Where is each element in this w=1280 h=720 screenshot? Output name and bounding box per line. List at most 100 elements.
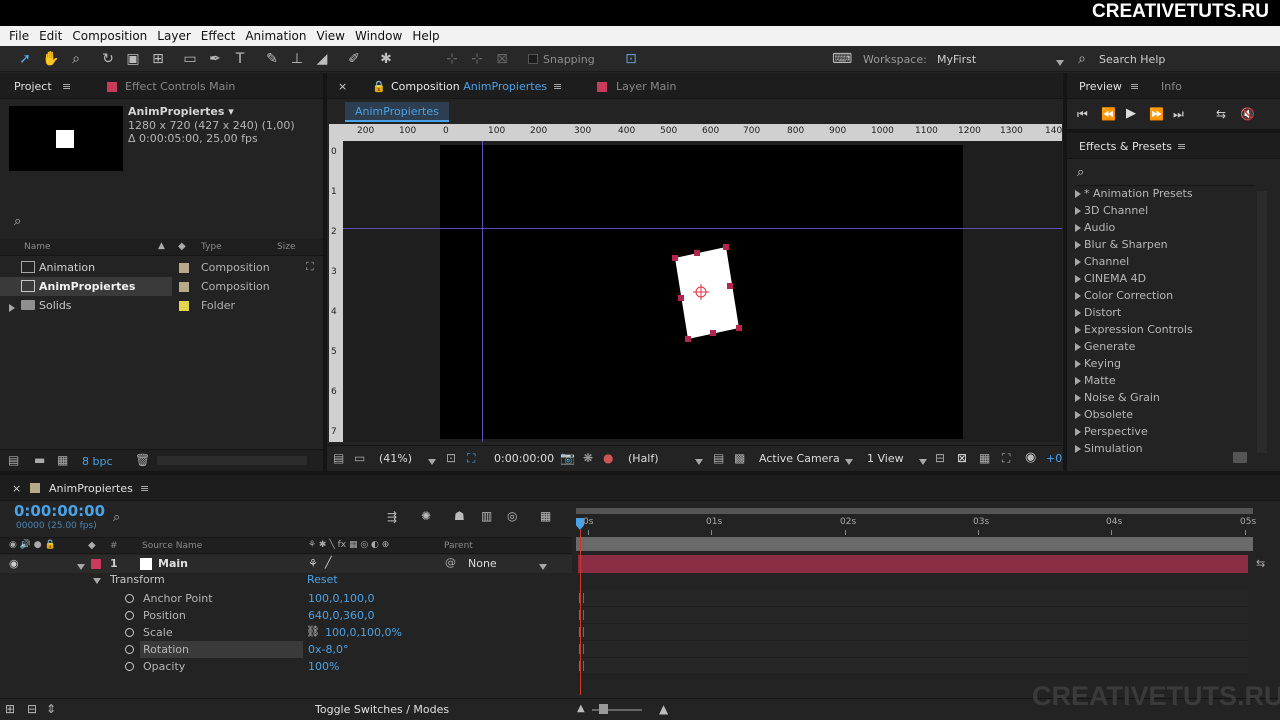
clone-stamp-tool-icon[interactable]: ⊥ bbox=[288, 50, 306, 68]
close-icon[interactable]: × bbox=[338, 80, 347, 93]
expand-arrow-icon[interactable] bbox=[1075, 309, 1081, 317]
comp-breadcrumb[interactable]: AnimPropiertes bbox=[345, 102, 449, 122]
magnification-chevron-down-icon[interactable] bbox=[428, 456, 436, 469]
col-type[interactable]: Type bbox=[201, 242, 222, 252]
effect-category[interactable]: Perspective bbox=[1075, 425, 1148, 438]
property-track[interactable] bbox=[578, 641, 1248, 658]
expand-arrow-icon[interactable] bbox=[1075, 445, 1081, 453]
menu-item-help[interactable]: Help bbox=[412, 29, 439, 43]
eraser-tool-icon[interactable]: ◢ bbox=[313, 50, 331, 68]
sort-arrow-icon[interactable]: ▲ bbox=[158, 241, 165, 251]
label-column-icon[interactable]: ◆ bbox=[88, 540, 96, 551]
magnification-dropdown[interactable]: (41%) bbox=[379, 452, 412, 465]
visibility-eye-icon[interactable]: ◉ bbox=[9, 557, 19, 570]
property-value[interactable]: 100,0,100,0 bbox=[308, 592, 374, 605]
motion-blur-icon[interactable]: ◎ bbox=[507, 509, 517, 523]
expand-arrow-icon[interactable] bbox=[1075, 326, 1081, 334]
property-track[interactable] bbox=[578, 607, 1248, 624]
current-time[interactable]: 0:00:00:00 bbox=[14, 502, 105, 520]
flowchart-icon[interactable]: ⛶ bbox=[306, 260, 314, 274]
effect-category[interactable]: Keying bbox=[1075, 357, 1121, 370]
tab-layer[interactable]: Layer Main bbox=[616, 80, 676, 93]
tab-project[interactable]: Project bbox=[14, 80, 52, 93]
label-color-swatch[interactable] bbox=[179, 263, 189, 273]
effect-category[interactable]: 3D Channel bbox=[1075, 204, 1148, 217]
property-track[interactable] bbox=[578, 658, 1248, 675]
last-frame-icon[interactable]: ⏭ bbox=[1173, 107, 1184, 122]
menu-item-file[interactable]: File bbox=[9, 29, 29, 43]
list-item[interactable]: AnimPropiertes Composition bbox=[0, 277, 320, 296]
property-value[interactable]: 100,0,100,0% bbox=[325, 626, 402, 639]
effect-category[interactable]: * Animation Presets bbox=[1075, 187, 1193, 200]
comp-name[interactable]: AnimPropiertes ▾ bbox=[128, 105, 234, 118]
new-folder-icon[interactable]: ▬ bbox=[34, 453, 45, 467]
panel-menu-icon[interactable]: ≡ bbox=[62, 80, 71, 93]
loop-icon[interactable]: ⇆ bbox=[1216, 107, 1226, 121]
flowchart-icon[interactable]: ⛶ bbox=[1002, 451, 1010, 466]
layer-name[interactable]: Main bbox=[158, 557, 188, 570]
pasteboard[interactable] bbox=[343, 141, 1062, 442]
expand-arrow-icon[interactable] bbox=[1075, 360, 1081, 368]
views-chevron-down-icon[interactable] bbox=[919, 456, 927, 469]
local-axis-icon[interactable]: ⊹ bbox=[443, 50, 461, 68]
snapshot-icon[interactable]: 📷 bbox=[560, 451, 575, 465]
expand-arrow-icon[interactable] bbox=[9, 301, 18, 314]
property-track[interactable] bbox=[578, 590, 1248, 607]
expand-layer-switches-icon[interactable]: ⊞ bbox=[5, 702, 15, 716]
hide-shy-icon[interactable]: ☗ bbox=[454, 509, 465, 523]
expand-modes-icon[interactable]: ⊟ bbox=[27, 702, 37, 716]
frame-blending-icon[interactable]: ▥ bbox=[481, 509, 492, 523]
expand-arrow-icon[interactable] bbox=[1075, 207, 1081, 215]
expand-arrow-icon[interactable] bbox=[1075, 343, 1081, 351]
search-help-input[interactable]: Search Help bbox=[1099, 53, 1165, 66]
puppet-tool-icon[interactable]: ✱ bbox=[377, 50, 395, 68]
pan-behind-tool-icon[interactable]: ⊞ bbox=[149, 50, 167, 68]
pick-whip-icon[interactable]: @ bbox=[445, 556, 456, 569]
expand-arrow-icon[interactable] bbox=[1075, 411, 1081, 419]
work-area-bar[interactable] bbox=[576, 508, 1253, 514]
panel-menu-icon[interactable]: ≡ bbox=[1177, 140, 1186, 153]
main-layer-solid[interactable] bbox=[643, 241, 773, 361]
expand-arrow-icon[interactable] bbox=[1075, 258, 1081, 266]
search-icon[interactable]: ⌕ bbox=[1077, 165, 1084, 180]
region-of-interest-icon[interactable]: ⛶ bbox=[467, 451, 475, 466]
hand-tool-icon[interactable]: ✋ bbox=[42, 50, 60, 68]
expand-arrow-icon[interactable] bbox=[1075, 224, 1081, 232]
effect-category[interactable]: Channel bbox=[1075, 255, 1129, 268]
project-scrollbar[interactable] bbox=[157, 456, 307, 465]
close-icon[interactable]: × bbox=[12, 482, 21, 495]
panel-menu-icon[interactable]: ≡ bbox=[140, 482, 149, 495]
vertical-guide[interactable] bbox=[482, 141, 483, 442]
tab-preview[interactable]: Preview bbox=[1079, 80, 1122, 93]
current-time-indicator[interactable] bbox=[576, 518, 584, 530]
col-size[interactable]: Size bbox=[277, 242, 295, 252]
shy-switch-icon[interactable]: ⚘ bbox=[308, 557, 318, 570]
comp-mini-flowchart-icon[interactable]: ⇶ bbox=[387, 510, 397, 524]
parent-chevron-down-icon[interactable] bbox=[539, 561, 547, 574]
toggle-switches-modes-button[interactable]: Toggle Switches / Modes bbox=[315, 703, 449, 716]
interpret-footage-icon[interactable]: ▤ bbox=[8, 453, 19, 467]
brush-tool-icon[interactable]: ✎ bbox=[263, 50, 281, 68]
timeline-icon[interactable]: ▦ bbox=[979, 451, 990, 465]
effect-category[interactable]: CINEMA 4D bbox=[1075, 272, 1146, 285]
stopwatch-icon[interactable] bbox=[125, 611, 134, 620]
expand-arrow-icon[interactable] bbox=[1075, 241, 1081, 249]
effect-category[interactable]: Noise & Grain bbox=[1075, 391, 1160, 404]
menu-item-edit[interactable]: Edit bbox=[39, 29, 62, 43]
snap-options-icon[interactable]: ⊡ bbox=[622, 50, 640, 68]
draft-3d-icon[interactable]: ✺ bbox=[421, 509, 431, 523]
graph-editor-icon[interactable]: ▦ bbox=[540, 509, 551, 523]
effect-category[interactable]: Generate bbox=[1075, 340, 1135, 353]
expand-arrow-icon[interactable] bbox=[1075, 377, 1081, 385]
expand-arrow-icon[interactable] bbox=[1075, 190, 1081, 198]
zoom-in-icon[interactable]: ▲ bbox=[659, 702, 668, 716]
menu-item-view[interactable]: View bbox=[317, 29, 345, 43]
col-source-name[interactable]: Source Name bbox=[142, 541, 202, 551]
roto-brush-tool-icon[interactable]: ✐ bbox=[345, 50, 363, 68]
search-icon[interactable]: ⌕ bbox=[113, 510, 120, 525]
expand-arrow-icon[interactable] bbox=[1075, 275, 1081, 283]
stopwatch-icon[interactable] bbox=[125, 662, 134, 671]
first-frame-icon[interactable]: ⏮ bbox=[1077, 107, 1088, 122]
lock-icon[interactable]: 🔒 bbox=[372, 80, 386, 93]
view-axis-icon[interactable]: ⊠ bbox=[493, 50, 511, 68]
